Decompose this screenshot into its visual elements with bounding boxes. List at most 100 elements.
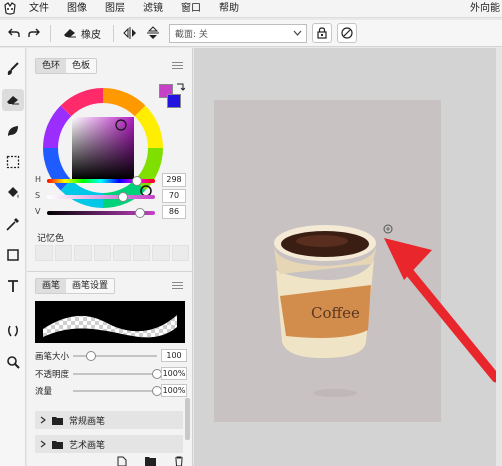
redo-icon (28, 28, 40, 37)
leaf-lasso-icon (8, 126, 18, 136)
memory-swatch[interactable] (113, 245, 131, 261)
menu-file[interactable]: 文件 (20, 0, 58, 18)
flip-vertical-button[interactable] (143, 23, 163, 43)
brush-list-scrollbar[interactable] (185, 398, 190, 440)
disable-button[interactable] (337, 23, 357, 43)
menu-layer[interactable]: 图层 (96, 0, 134, 18)
brush-size-slider[interactable] (73, 351, 157, 361)
brush-actions (117, 456, 184, 466)
value-value[interactable]: 86 (162, 205, 186, 219)
memory-swatch[interactable] (132, 245, 150, 261)
tool-brush[interactable] (2, 58, 24, 80)
swap-colors-icon[interactable] (175, 82, 185, 92)
menu-filter[interactable]: 滤镜 (134, 0, 172, 18)
tab-brush[interactable]: 画笔 (36, 279, 67, 293)
flip-vertical-icon (147, 26, 159, 39)
secondary-color-swatch[interactable] (167, 94, 181, 108)
brush-group-art[interactable]: 艺术画笔 (35, 435, 183, 453)
toolbar-divider (50, 24, 51, 42)
eraser-mode-button[interactable]: 橡皮 (57, 23, 107, 43)
brush-group-regular[interactable]: 常规画笔 (35, 411, 183, 429)
curve-arrows-icon (7, 325, 19, 337)
rectangle-icon (7, 249, 19, 261)
value-slider[interactable]: V 86 (33, 205, 188, 219)
prohibit-icon (341, 27, 353, 39)
menu-right-label[interactable]: 外向能 (470, 0, 502, 18)
text-icon (8, 280, 18, 292)
tool-lasso[interactable] (2, 120, 24, 142)
value-track[interactable] (47, 208, 155, 218)
tool-rectangle[interactable] (2, 244, 24, 266)
tool-rect-select[interactable] (2, 151, 24, 173)
memory-swatch[interactable] (74, 245, 92, 261)
flip-horizontal-icon (123, 27, 136, 39)
tool-eraser[interactable] (2, 89, 24, 111)
menu-window[interactable]: 窗口 (172, 0, 210, 18)
memory-swatch[interactable] (152, 245, 170, 261)
brush-size-thumb[interactable] (86, 351, 97, 361)
tab-swatches[interactable]: 色板 (66, 59, 96, 73)
tool-fill[interactable] (2, 182, 24, 204)
memory-swatch[interactable] (54, 245, 72, 261)
toolbar-divider (113, 24, 114, 42)
eyedropper-icon (6, 218, 19, 231)
tab-brush-settings[interactable]: 画笔设置 (66, 279, 114, 293)
side-panel: 色环 色板 H 298 S 70 V 86 记忆色 画笔 画笔设置 画笔大小 1… (27, 48, 193, 466)
opacity-value[interactable]: 100% (161, 367, 187, 380)
memory-colors-row[interactable] (35, 245, 189, 261)
flip-horizontal-button[interactable] (120, 23, 140, 43)
new-brush-icon[interactable] (117, 456, 127, 466)
undo-button[interactable] (4, 23, 24, 43)
saturation-label: S (35, 191, 41, 200)
saturation-track[interactable] (47, 192, 155, 202)
brush-icon (7, 62, 19, 75)
red-arrow-annotation (384, 238, 501, 383)
memory-swatch[interactable] (93, 245, 111, 261)
tab-color-wheel[interactable]: 色环 (36, 59, 67, 73)
flow-value[interactable]: 100% (161, 384, 187, 397)
hue-thumb[interactable] (131, 176, 142, 186)
value-label: V (35, 207, 41, 216)
brush-preview (35, 301, 185, 343)
folder-icon (52, 416, 63, 425)
memory-swatch[interactable] (35, 245, 53, 261)
saturation-thumb[interactable] (117, 192, 128, 202)
tool-sidebar (0, 48, 26, 466)
color-wheel[interactable] (41, 86, 165, 226)
color-tabs: 色环 色板 (35, 58, 98, 74)
hue-value[interactable]: 298 (162, 173, 186, 187)
cut-section-select[interactable]: 截面: 关 (169, 23, 307, 43)
opacity-slider[interactable] (73, 369, 162, 379)
brush-size-value[interactable]: 100 (161, 349, 187, 362)
tool-zoom[interactable] (2, 351, 24, 373)
chevron-down-icon (293, 30, 302, 36)
tool-transform[interactable] (2, 320, 24, 342)
saturation-value[interactable]: 70 (162, 189, 186, 203)
lock-button[interactable] (312, 23, 332, 43)
menu-help[interactable]: 帮助 (210, 0, 248, 18)
eraser-icon (64, 29, 76, 38)
eraser-icon (7, 96, 19, 105)
toolbar: 橡皮 截面: 关 (0, 20, 502, 47)
tool-eyedropper[interactable] (2, 213, 24, 235)
tool-text[interactable] (2, 275, 24, 297)
saturation-slider[interactable]: S 70 (33, 189, 188, 203)
chevron-right-icon (40, 440, 46, 448)
redo-button[interactable] (24, 23, 44, 43)
flow-slider[interactable] (73, 386, 162, 396)
color-panel-menu-icon[interactable] (172, 62, 183, 70)
opacity-label: 不透明度 (35, 370, 70, 380)
trash-icon[interactable] (174, 456, 184, 466)
hue-track[interactable] (47, 176, 155, 186)
canvas-scrollbar[interactable] (496, 48, 502, 466)
folder-icon[interactable] (145, 456, 156, 466)
brush-panel-menu-icon[interactable] (172, 282, 183, 290)
app-logo-icon (0, 0, 20, 18)
menu-image[interactable]: 图像 (58, 0, 96, 18)
menu-bar: 文件 图像 图层 滤镜 窗口 帮助 外向能 (0, 0, 502, 18)
memory-swatch[interactable] (171, 245, 189, 261)
marquee-icon (6, 155, 20, 169)
paint-bucket-icon (8, 187, 19, 198)
value-thumb[interactable] (134, 208, 145, 218)
hue-slider[interactable]: H 298 (33, 173, 188, 187)
